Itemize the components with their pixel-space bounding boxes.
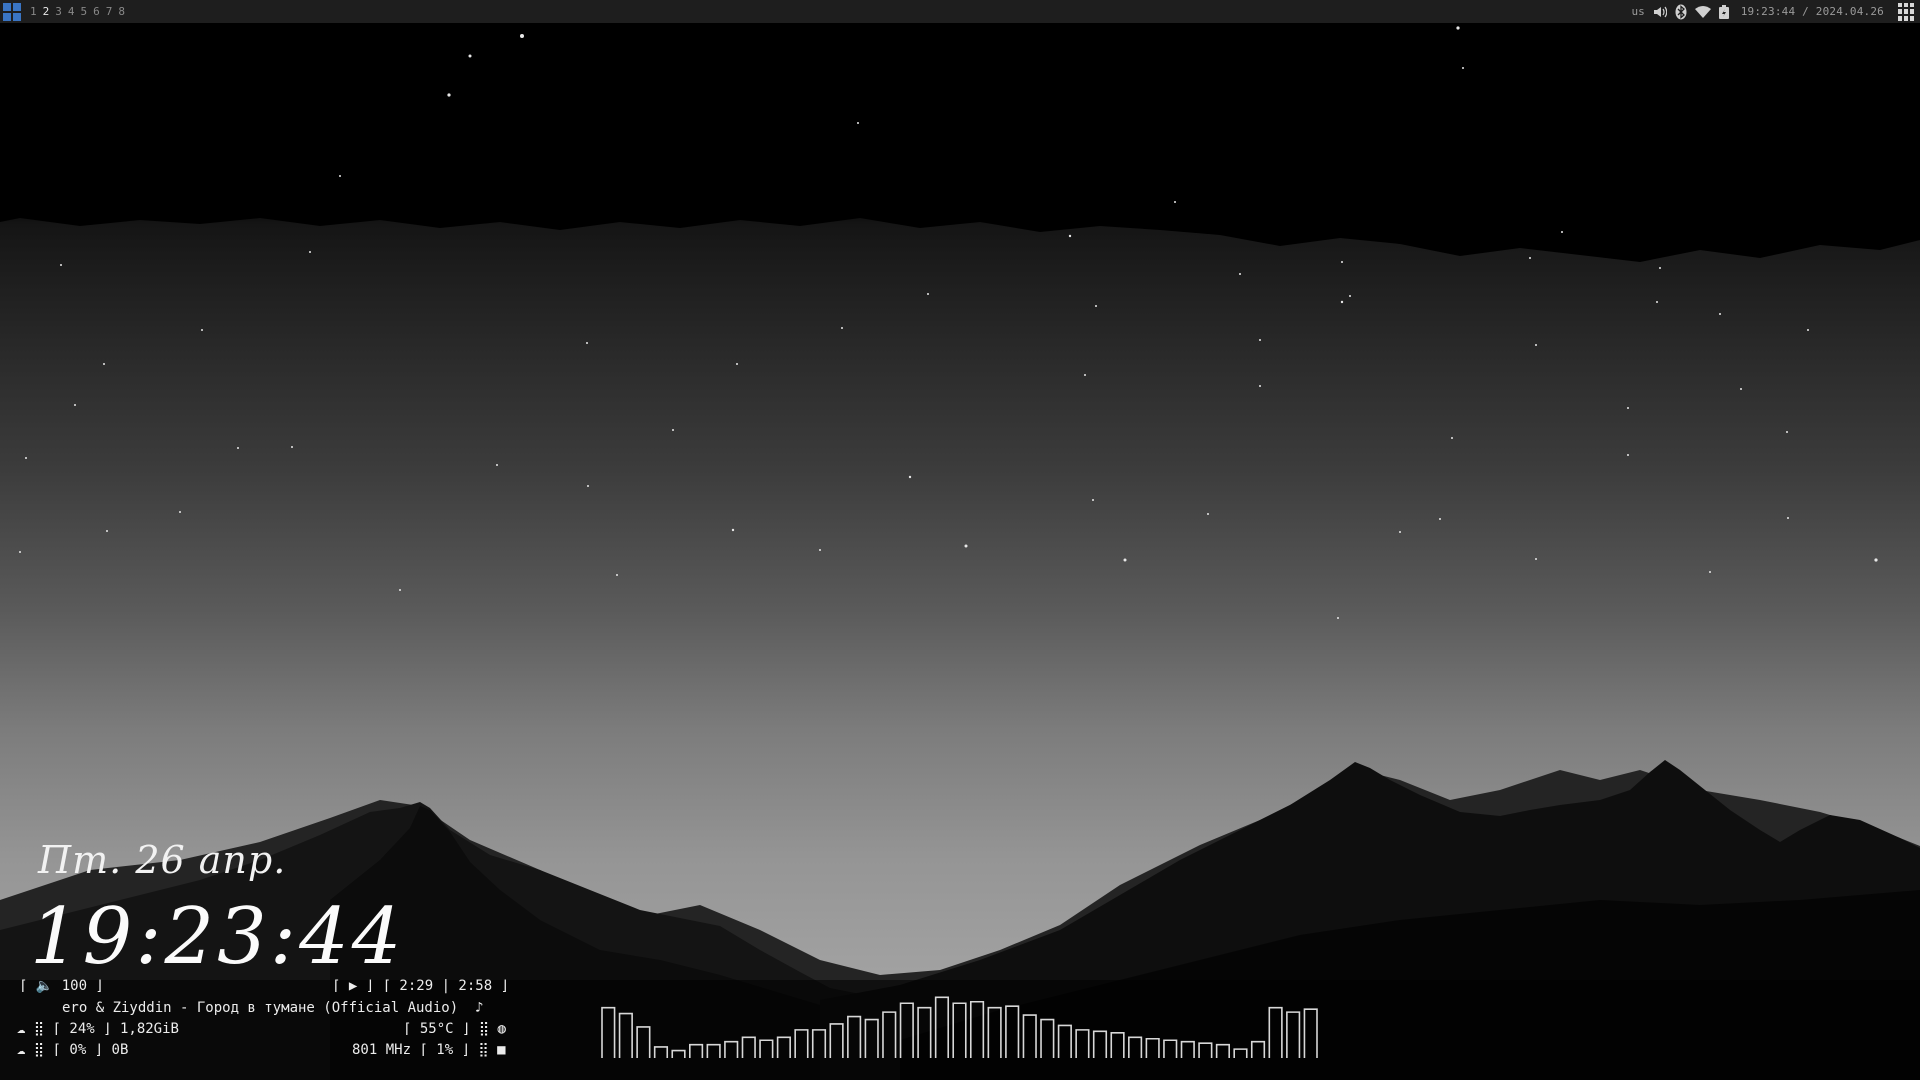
workspace-6[interactable]: 6 [90,5,103,18]
visualizer-bar [706,1043,721,1058]
app-launcher-icon[interactable] [3,2,21,21]
audio-visualizer [601,996,1318,1058]
visualizer-bar [1233,1048,1248,1058]
visualizer-bar [969,1000,985,1058]
wifi-icon[interactable] [1694,5,1711,18]
workspace-switcher: 1 2 3 4 5 6 7 8 [27,5,128,18]
workspace-3[interactable]: 3 [52,5,65,18]
volume-icon[interactable] [1653,6,1667,18]
topbar-clock[interactable]: 19:23:44 / 2024.04.26 [1741,5,1884,18]
battery-icon[interactable] [1718,4,1729,19]
visualizer-bar [1005,1005,1020,1058]
visualizer-bar [741,1036,756,1058]
grid-menu-icon[interactable] [1898,2,1916,21]
visualizer-bar [794,1029,809,1058]
visualizer-bar [1180,1040,1195,1058]
visualizer-bar [1303,1008,1318,1058]
player-volume: ⌈ 🔈 100 ⌋ [19,978,104,994]
desktop-date: Пт. 26 апр. [38,838,287,882]
workspace-4[interactable]: 4 [65,5,78,18]
visualizer-bar [671,1049,686,1058]
visualizer-bar [1268,1006,1283,1058]
visualizer-bar [601,1006,616,1058]
visualizer-bar [952,1002,967,1058]
visualizer-bar [689,1043,704,1058]
workspace-2[interactable]: 2 [40,5,53,18]
visualizer-bar [1163,1039,1178,1058]
visualizer-bar [724,1040,739,1058]
visualizer-bar [829,1023,844,1058]
visualizer-bar [1250,1040,1266,1058]
visualizer-bar [1286,1011,1301,1058]
visualizer-bar [1128,1036,1143,1058]
workspace-1[interactable]: 1 [27,5,40,18]
system-tray: us 19:23:44 / 2024.04.26 [1631,2,1920,21]
visualizer-bar [653,1046,669,1058]
visualizer-bar [636,1026,651,1058]
visualizer-bar [1110,1032,1125,1058]
memory-usage: ☁ ⣿ ⌈ 24% ⌋ 1,82GiB [17,1021,179,1037]
visualizer-bar [847,1015,862,1058]
visualizer-bar [899,1002,914,1058]
swap-usage: ☁ ⣿ ⌈ 0% ⌋ 0B [17,1042,129,1058]
visualizer-bar [1092,1030,1108,1058]
visualizer-bar [1198,1042,1213,1058]
visualizer-bar [1022,1014,1037,1058]
top-bar: 1 2 3 4 5 6 7 8 us 19:23:44 / 2024.04.26 [0,0,1920,24]
visualizer-bar [618,1012,633,1058]
visualizer-bar [1040,1018,1055,1058]
visualizer-bar [776,1036,791,1058]
visualizer-bar [987,1006,1002,1058]
player-state: ⌈ ▶ ⌋ ⌈ 2:29 | 2:58 ⌋ [332,978,510,994]
visualizer-bar [864,1018,879,1058]
bluetooth-icon[interactable] [1675,4,1687,20]
visualizer-bar [1215,1043,1230,1058]
cpu-frequency: 801 MHz ⌈ 1% ⌋ ⣿ ■ [352,1042,506,1058]
visualizer-bar [759,1039,774,1058]
visualizer-bar [934,996,950,1058]
visualizer-bar [917,1006,932,1058]
visualizer-bar [882,1011,897,1058]
visualizer-bar [1145,1037,1160,1058]
visualizer-bar [1075,1029,1090,1058]
workspace-8[interactable]: 8 [115,5,128,18]
workspace-5[interactable]: 5 [78,5,91,18]
visualizer-bar [1057,1024,1072,1058]
keyboard-layout[interactable]: us [1631,5,1644,18]
cpu-temperature: ⌈ 55°C ⌋ ⣿ ◍ [403,1021,506,1037]
track-title: ero & Ziyddin - Город в тумане (Official… [62,1000,484,1016]
workspace-7[interactable]: 7 [103,5,116,18]
desktop-clock: 19:23:44 [30,892,405,982]
visualizer-bar [811,1029,827,1058]
